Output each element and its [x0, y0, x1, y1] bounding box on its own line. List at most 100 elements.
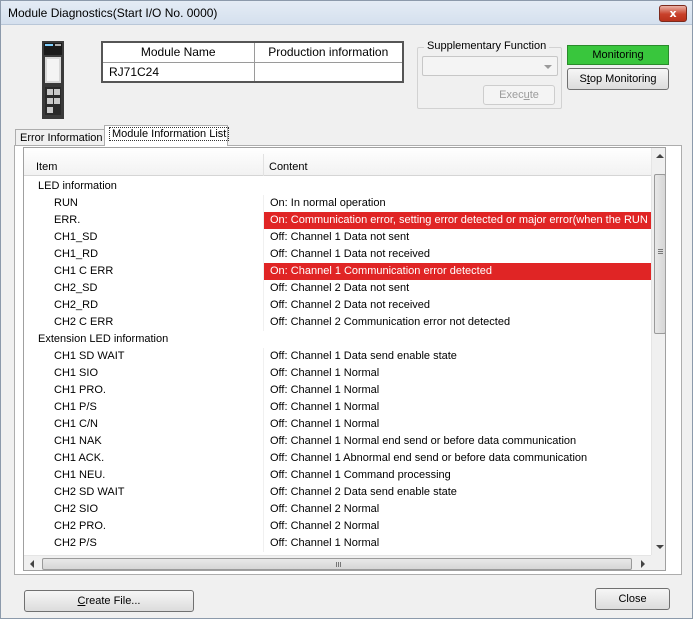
row-item: CH1 NEU. — [54, 469, 106, 481]
row-item: CH2 PRO. — [54, 520, 106, 532]
list-rows: LED information RUN On: In normal operatio… — [24, 178, 651, 552]
row-content: Off: Channel 1 Normal — [263, 416, 651, 433]
row-content: Off: Channel 1 Normal — [263, 535, 651, 552]
row-content: Off: Channel 2 Normal — [263, 501, 651, 518]
row-item: CH1 ACK. — [54, 452, 105, 464]
row-item: CH2_SD — [54, 282, 98, 294]
list-row[interactable]: LED information — [24, 178, 651, 195]
row-item: CH1 P/S — [54, 401, 97, 413]
row-content: Off: Channel 1 Command processing — [263, 467, 651, 484]
list-row[interactable]: CH2_SD Off: Channel 2 Data not sent — [24, 280, 651, 297]
row-content: On: In normal operation — [263, 195, 651, 212]
tab-module-information-list[interactable]: Module Information List — [104, 125, 230, 146]
row-content: Off: Channel 2 Normal — [263, 518, 651, 535]
stop-label-prefix: S — [579, 73, 587, 85]
list-row[interactable]: CH1 PRO. Off: Channel 1 Normal — [24, 382, 651, 399]
module-name-value: RJ71C24 — [101, 61, 255, 83]
monitoring-status-indicator: Monitoring — [567, 45, 669, 65]
vertical-scrollbar[interactable] — [651, 148, 665, 555]
vertical-scroll-thumb[interactable] — [654, 174, 665, 334]
title-bar: Module Diagnostics(Start I/O No. 0000) x — [1, 1, 692, 25]
list-row[interactable]: CH1 C ERR On: Channel 1 Communication err… — [24, 263, 651, 280]
stop-monitoring-button[interactable]: Stop Monitoring — [567, 68, 669, 90]
horizontal-scrollbar[interactable] — [24, 555, 651, 570]
list-row[interactable]: ERR. On: Communication error, setting err… — [24, 212, 651, 229]
list-row[interactable]: CH2 P/S Off: Channel 1 Normal — [24, 535, 651, 552]
row-item: CH1 C/N — [54, 418, 99, 430]
list-header: Item Content — [24, 148, 651, 176]
row-item: ERR. — [54, 214, 81, 226]
list-row[interactable]: CH2 SIO Off: Channel 2 Normal — [24, 501, 651, 518]
row-content: Off: Channel 1 Normal — [263, 382, 651, 399]
list-row[interactable]: CH1 P/S Off: Channel 1 Normal — [24, 399, 651, 416]
row-content: Off: Channel 1 Data not sent — [263, 229, 651, 246]
create-file-label: reate File... — [85, 595, 141, 607]
list-row[interactable]: CH2 SD WAIT Off: Channel 2 Data send enab… — [24, 484, 651, 501]
list-row[interactable]: CH1 ACK. Off: Channel 1 Abnormal end send… — [24, 450, 651, 467]
row-content: Off: Channel 1 Normal — [263, 399, 651, 416]
list-row[interactable]: CH2 PRO. Off: Channel 2 Normal — [24, 518, 651, 535]
row-content: Off: Channel 2 Data not received — [263, 297, 651, 314]
list-row[interactable]: CH2 C ERR Off: Channel 2 Communication er… — [24, 314, 651, 331]
tab-module-information-list-label: Module Information List — [109, 127, 230, 141]
scroll-left-icon[interactable] — [30, 560, 34, 568]
row-item: CH1 C ERR — [54, 265, 114, 277]
row-content: Off: Channel 1 Data not received — [263, 246, 651, 263]
list-row[interactable]: Extension LED information — [24, 331, 651, 348]
list-row[interactable]: CH2_RD Off: Channel 2 Data not received — [24, 297, 651, 314]
execute-label: Execute — [499, 89, 539, 101]
list-row[interactable]: CH1_RD Off: Channel 1 Data not received — [24, 246, 651, 263]
module-information-list: Item Content LED information RUN On: In no… — [23, 147, 666, 571]
row-content: Off: Channel 1 Data send enable state — [263, 348, 651, 365]
row-item: CH2 C ERR — [54, 316, 114, 328]
module-name-header: Module Name — [101, 41, 255, 63]
supplementary-function-select[interactable] — [422, 56, 558, 76]
row-content: Off: Channel 1 Normal end send or before… — [263, 433, 651, 450]
column-divider[interactable] — [263, 154, 264, 176]
list-row[interactable]: CH1 NAK Off: Channel 1 Normal end send or… — [24, 433, 651, 450]
grip-icon — [658, 249, 663, 250]
row-item: CH1 PRO. — [54, 384, 106, 396]
row-content: Off: Channel 2 Data not sent — [263, 280, 651, 297]
horizontal-scroll-thumb[interactable] — [42, 558, 632, 570]
production-info-value — [253, 61, 404, 83]
production-info-header: Production information — [253, 41, 404, 63]
row-content: On: Communication error, setting error d… — [263, 212, 651, 229]
execute-button[interactable]: Execute — [483, 85, 555, 105]
scroll-up-icon[interactable] — [656, 154, 664, 158]
list-row[interactable]: CH1 C/N Off: Channel 1 Normal — [24, 416, 651, 433]
row-item: CH1_SD — [54, 231, 98, 243]
module-info-table: Module Name Production information RJ71C… — [101, 41, 404, 83]
row-item: CH2 SD WAIT — [54, 486, 125, 498]
column-header-content[interactable]: Content — [269, 158, 308, 176]
row-content: Off: Channel 1 Abnormal end send or befo… — [263, 450, 651, 467]
row-item: CH1 SIO — [54, 367, 99, 379]
list-row[interactable]: CH1_SD Off: Channel 1 Data not sent — [24, 229, 651, 246]
row-item: CH1 NAK — [54, 435, 102, 447]
window-title: Module Diagnostics(Start I/O No. 0000) — [8, 6, 218, 20]
row-item: RUN — [54, 197, 78, 209]
chevron-down-icon — [544, 65, 552, 69]
row-item: CH2 P/S — [54, 537, 97, 549]
list-row[interactable]: CH1 NEU. Off: Channel 1 Command processin… — [24, 467, 651, 484]
scroll-right-icon[interactable] — [641, 560, 645, 568]
column-header-item[interactable]: Item — [36, 158, 57, 176]
list-row[interactable]: RUN On: In normal operation — [24, 195, 651, 212]
row-item: CH1_RD — [54, 248, 99, 260]
list-row[interactable]: CH1 SIO Off: Channel 1 Normal — [24, 365, 651, 382]
grip-icon — [336, 562, 337, 567]
scroll-down-icon[interactable] — [656, 545, 664, 549]
stop-label-suffix: op Monitoring — [589, 73, 657, 85]
close-button[interactable]: Close — [595, 588, 670, 610]
row-item: Extension LED information — [38, 333, 169, 345]
row-item: CH1 SD WAIT — [54, 350, 125, 362]
list-row[interactable]: CH1 SD WAIT Off: Channel 1 Data send enab… — [24, 348, 651, 365]
create-file-button[interactable]: Create File... — [24, 590, 194, 612]
module-image-icon — [42, 41, 64, 119]
row-content: On: Channel 1 Communication error detect… — [263, 263, 651, 280]
row-content: Off: Channel 1 Normal — [263, 365, 651, 382]
window-close-button[interactable]: x — [659, 5, 687, 22]
row-item: LED information — [38, 180, 117, 192]
module-diagnostics-window: Module Diagnostics(Start I/O No. 0000) x… — [0, 0, 693, 619]
row-item: CH2_RD — [54, 299, 99, 311]
